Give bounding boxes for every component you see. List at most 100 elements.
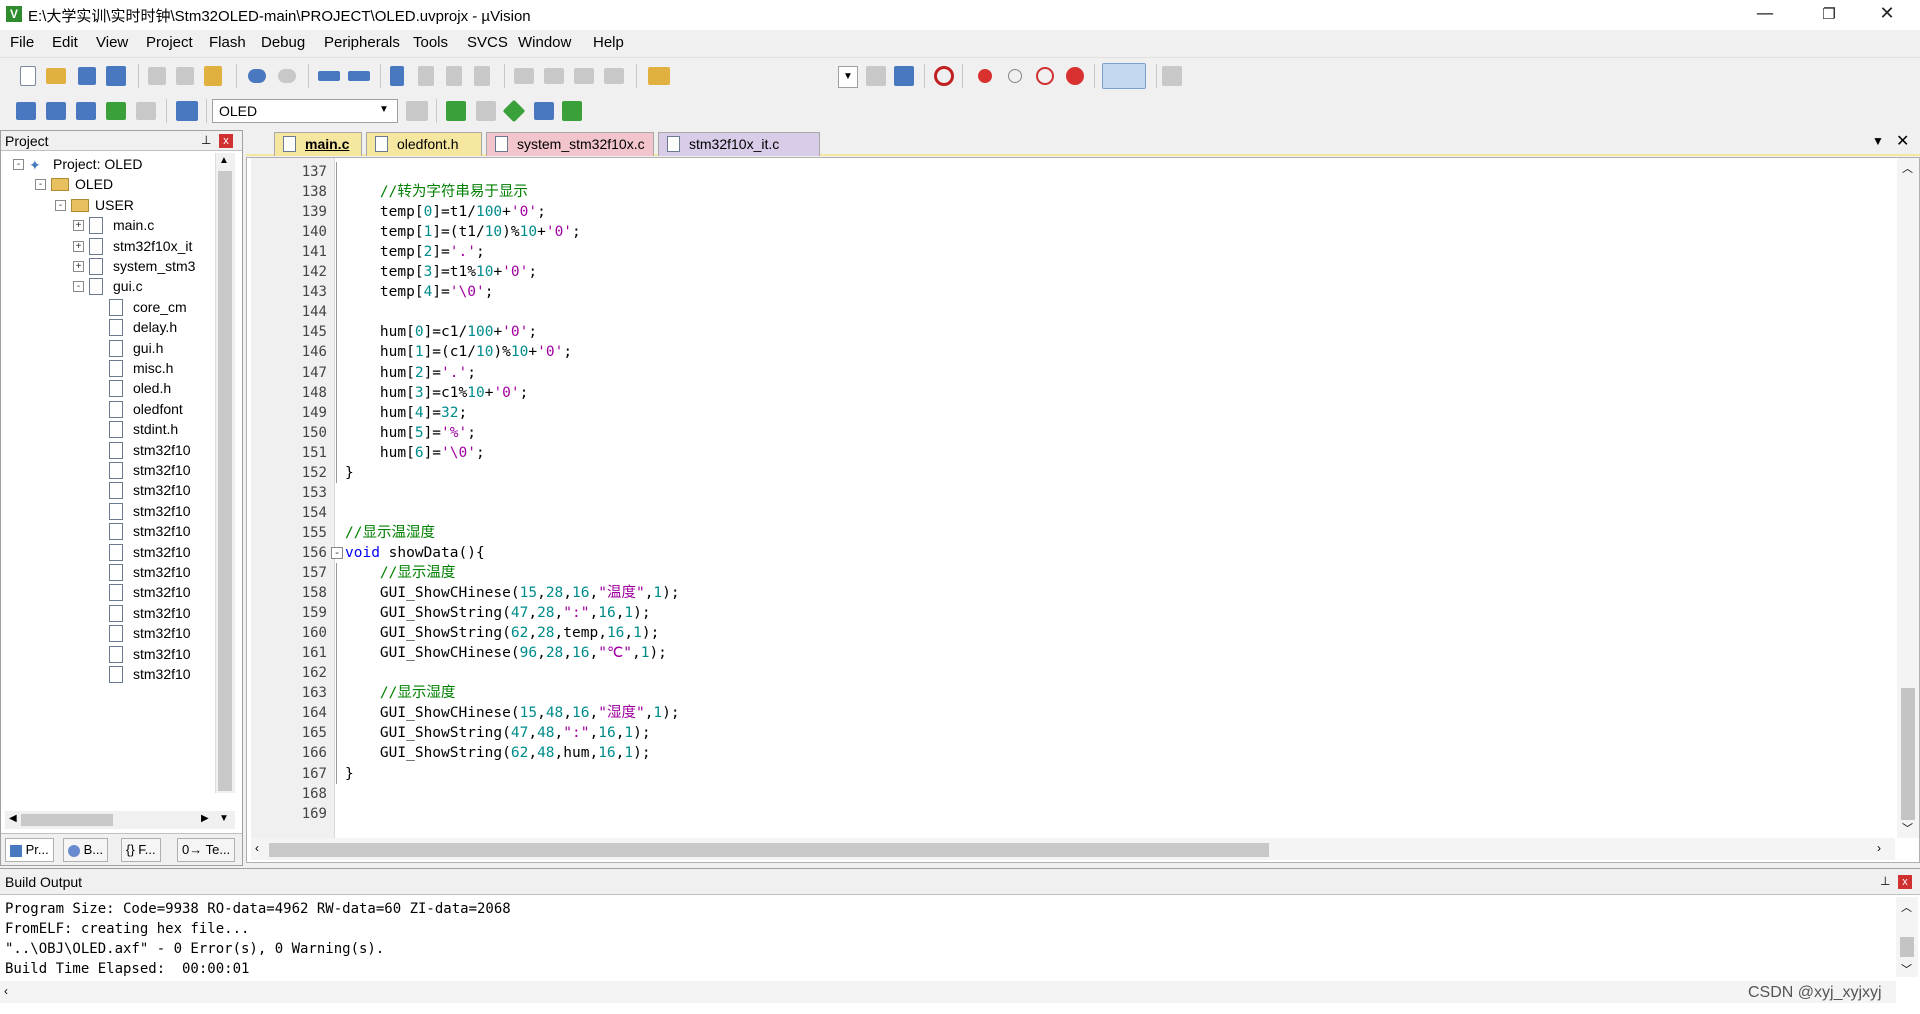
batch-build-icon[interactable] [106, 102, 126, 120]
editor-vertical-scrollbar[interactable]: ︿ ﹀ [1897, 158, 1919, 838]
tab-functions[interactable]: {} F... [121, 838, 161, 862]
tree-item[interactable]: stm32f10 [1, 665, 213, 685]
tab-templates[interactable]: 0→ Te... [177, 838, 236, 862]
editor-tab[interactable]: main.c [274, 132, 362, 156]
pin-icon[interactable]: ⊥ [1880, 874, 1890, 888]
pin-icon[interactable]: ⊥ [201, 133, 211, 147]
tree-scroll-thumb[interactable] [218, 171, 232, 791]
undo-icon[interactable] [248, 69, 266, 83]
scroll-down-icon[interactable]: ﹀ [1902, 820, 1913, 836]
cut-icon[interactable] [148, 67, 166, 85]
scroll-down-icon[interactable]: ﹀ [1901, 961, 1912, 977]
target-select[interactable]: OLED ▼ [212, 99, 398, 123]
menu-edit[interactable]: Edit [52, 34, 78, 51]
manage-project-items-icon[interactable] [446, 101, 466, 121]
build-icon[interactable] [46, 102, 66, 120]
minimize-button[interactable]: — [1736, 0, 1794, 30]
tree-item[interactable]: gui.h [1, 339, 213, 359]
tree-horizontal-scrollbar[interactable]: ◀ ▶ ▼ [5, 811, 235, 829]
disable-breakpoints-icon[interactable] [1036, 67, 1054, 85]
tree-item[interactable]: + main.c [1, 216, 213, 236]
scroll-up-icon[interactable]: ▲ [219, 155, 229, 166]
rebuild-icon[interactable] [76, 102, 96, 120]
menu-file[interactable]: File [10, 34, 34, 51]
build-vscroll-thumb[interactable] [1900, 937, 1914, 957]
expand-icon[interactable]: + [73, 220, 84, 232]
menu-debug[interactable]: Debug [261, 34, 305, 51]
collapse-icon[interactable]: - [73, 281, 84, 293]
tree-item[interactable]: - USER [1, 196, 213, 216]
editor-tab[interactable]: oledfont.h [366, 132, 482, 156]
tree-item[interactable]: stm32f10 [1, 522, 213, 542]
open-file-icon[interactable] [46, 68, 66, 84]
tree-item[interactable]: stm32f10 [1, 583, 213, 603]
menu-tools[interactable]: Tools [413, 34, 448, 51]
tree-item[interactable]: misc.h [1, 359, 213, 379]
comment-icon[interactable] [574, 68, 594, 84]
bookmark-icon[interactable] [390, 66, 404, 86]
tree-item[interactable]: stm32f10 [1, 563, 213, 583]
tree-hscroll-thumb[interactable] [21, 814, 113, 826]
window-layout-button[interactable] [1102, 63, 1146, 89]
scroll-left-icon[interactable]: ‹ [4, 984, 8, 998]
tab-books[interactable]: B... [63, 838, 109, 862]
build-output-horizontal-scrollbar[interactable]: ‹ [0, 981, 1896, 1003]
tree-item[interactable]: stm32f10 [1, 604, 213, 624]
tree-item[interactable]: - gui.c [1, 277, 213, 297]
start-debug-icon[interactable] [934, 66, 954, 86]
tree-item[interactable]: delay.h [1, 318, 213, 338]
tree-item[interactable]: oled.h [1, 379, 213, 399]
paste-icon[interactable] [204, 66, 222, 86]
editor-tab[interactable]: system_stm32f10x.c [486, 132, 654, 156]
tree-item[interactable]: + system_stm3 [1, 257, 213, 277]
menu-project[interactable]: Project [146, 34, 193, 51]
tree-item[interactable]: stm32f10 [1, 543, 213, 563]
scroll-right-icon[interactable]: ▶ [201, 813, 209, 824]
indent-icon[interactable] [514, 68, 534, 84]
editor-tab[interactable]: stm32f10x_it.c [658, 132, 820, 156]
scroll-left-icon[interactable]: ◀ [9, 813, 17, 824]
tree-item[interactable]: stm32f10 [1, 624, 213, 644]
project-panel-close-button[interactable]: x [219, 134, 233, 148]
save-all-icon[interactable] [106, 66, 126, 86]
tree-item[interactable]: + stm32f10x_it [1, 237, 213, 257]
tab-project[interactable]: Pr... [5, 838, 54, 862]
tree-item[interactable]: stm32f10 [1, 481, 213, 501]
translate-icon[interactable] [16, 102, 36, 120]
close-window-button[interactable]: ✕ [1858, 0, 1916, 30]
menu-view[interactable]: View [96, 34, 128, 51]
download-load-icon[interactable] [176, 101, 198, 121]
redo-icon[interactable] [278, 69, 296, 83]
kill-breakpoints-icon[interactable] [1066, 67, 1084, 85]
expand-icon[interactable]: + [73, 261, 84, 272]
find-icon[interactable] [866, 66, 886, 86]
save-icon[interactable] [78, 67, 96, 85]
collapse-icon[interactable]: - [35, 179, 46, 191]
menu-svcs[interactable]: SVCS [467, 34, 508, 51]
build-output-vertical-scrollbar[interactable]: ︿ ﹀ [1896, 897, 1918, 977]
run-time-environment-icon[interactable] [534, 102, 554, 120]
stop-build-icon[interactable] [136, 102, 156, 120]
enable-breakpoint-icon[interactable] [1008, 69, 1022, 83]
scroll-right-icon[interactable]: › [1877, 841, 1881, 855]
scroll-down-icon[interactable]: ▼ [219, 813, 229, 824]
unindent-icon[interactable] [544, 68, 564, 84]
tree-item[interactable]: core_cm [1, 298, 213, 318]
scroll-up-icon[interactable]: ︿ [1902, 160, 1913, 176]
new-file-icon[interactable] [20, 66, 36, 86]
fold-toggle-icon[interactable]: - [331, 546, 343, 559]
tree-item[interactable]: stm32f10 [1, 441, 213, 461]
insert-breakpoint-icon[interactable] [978, 69, 992, 83]
next-bookmark-icon[interactable] [446, 66, 462, 86]
build-output-close-button[interactable]: x [1898, 875, 1912, 889]
menu-window[interactable]: Window [518, 34, 571, 51]
menu-peripherals[interactable]: Peripherals [324, 34, 400, 51]
configure-icon[interactable] [1162, 66, 1182, 86]
clear-bookmarks-icon[interactable] [474, 66, 490, 86]
tree-item[interactable]: - OLED [1, 175, 213, 195]
restore-button[interactable]: ❐ [1800, 0, 1858, 30]
tree-item[interactable]: stm32f10 [1, 461, 213, 481]
navigate-forward-icon[interactable] [348, 71, 370, 81]
tree-item[interactable]: stm32f10 [1, 645, 213, 665]
tree-item[interactable]: - ✦ Project: OLED [1, 155, 213, 175]
